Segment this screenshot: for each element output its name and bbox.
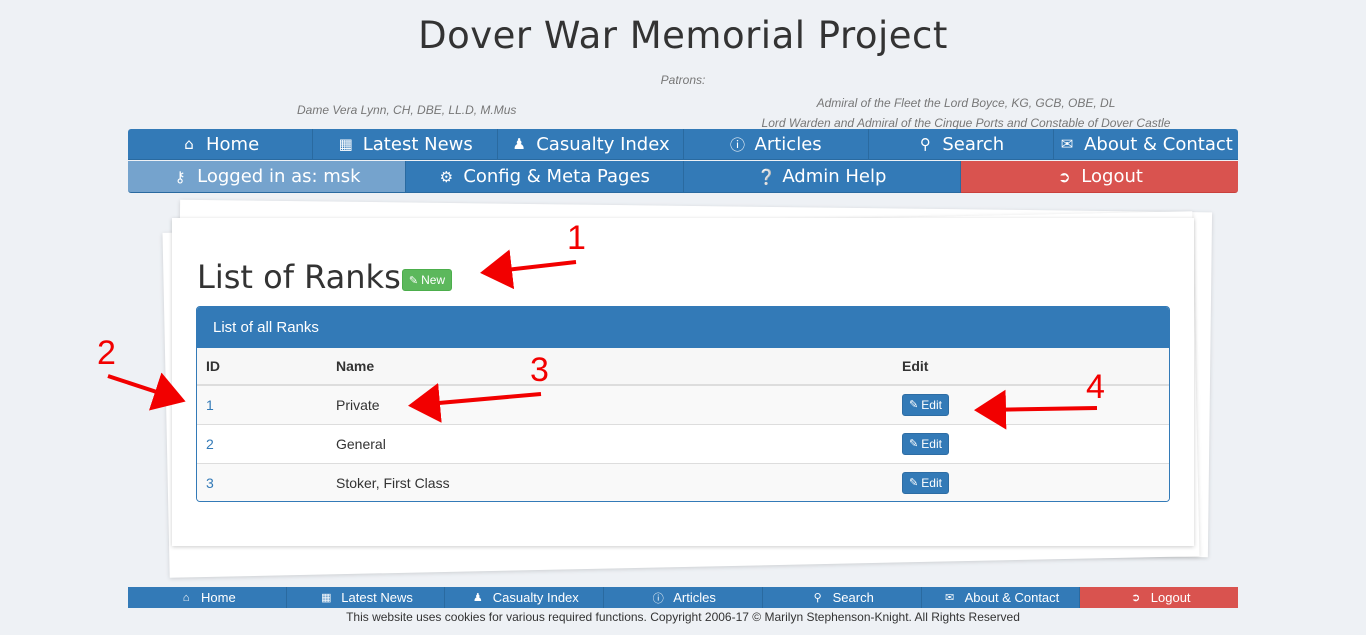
- annotation-label-1: 1: [567, 219, 586, 257]
- annotation-arrows: [107, 249, 1098, 430]
- footer-nav-search[interactable]: ⚲ Search: [762, 587, 922, 608]
- envelope-icon: ✉: [945, 592, 955, 604]
- footer-nav-home[interactable]: ⌂ Home: [128, 587, 287, 608]
- annotation-label-2: 2: [97, 334, 116, 372]
- footer-nav-about-contact-label: About & Contact: [964, 590, 1060, 605]
- annotation-arrow-2: [107, 372, 186, 411]
- annotation-label-4: 4: [1086, 368, 1105, 406]
- footer-nav-logout-label: Logout: [1150, 590, 1191, 605]
- calendar-icon: ▦: [321, 592, 332, 604]
- footer-nav-logout[interactable]: ➲ Logout: [1080, 587, 1239, 608]
- footer-nav-casualty-index[interactable]: ♟ Casualty Index: [445, 587, 605, 608]
- search-icon: ⚲: [813, 592, 822, 604]
- footer-nav-home-label: Home: [201, 590, 236, 605]
- footer-nav: ⌂ Home ▦ Latest News ♟ Casualty Index ⓘ Arti…: [128, 587, 1239, 608]
- footer-nav-latest-news[interactable]: ▦ Latest News: [286, 587, 446, 608]
- copyright-notice: This website uses cookies for various re…: [346, 610, 1020, 624]
- footer-nav-about-contact[interactable]: ✉ About & Contact: [921, 587, 1081, 608]
- home-icon: ⌂: [182, 591, 190, 604]
- footer-nav-articles[interactable]: ⓘ Articles: [604, 587, 763, 608]
- annotation-arrow-1: [480, 249, 577, 290]
- users-icon: ♟: [472, 592, 483, 604]
- footer-nav-casualty-index-label: Casualty Index: [492, 590, 579, 605]
- annotation-arrow-3: [408, 382, 542, 423]
- footer-nav-articles-label: Articles: [673, 590, 716, 605]
- footer-nav-search-label: Search: [832, 590, 874, 605]
- info-icon: ⓘ: [652, 592, 664, 605]
- annotation-label-3: 3: [530, 351, 549, 389]
- logout-icon: ➲: [1131, 592, 1141, 604]
- footer-nav-latest-news-label: Latest News: [341, 590, 413, 605]
- annotation-arrow-4: [974, 389, 1098, 430]
